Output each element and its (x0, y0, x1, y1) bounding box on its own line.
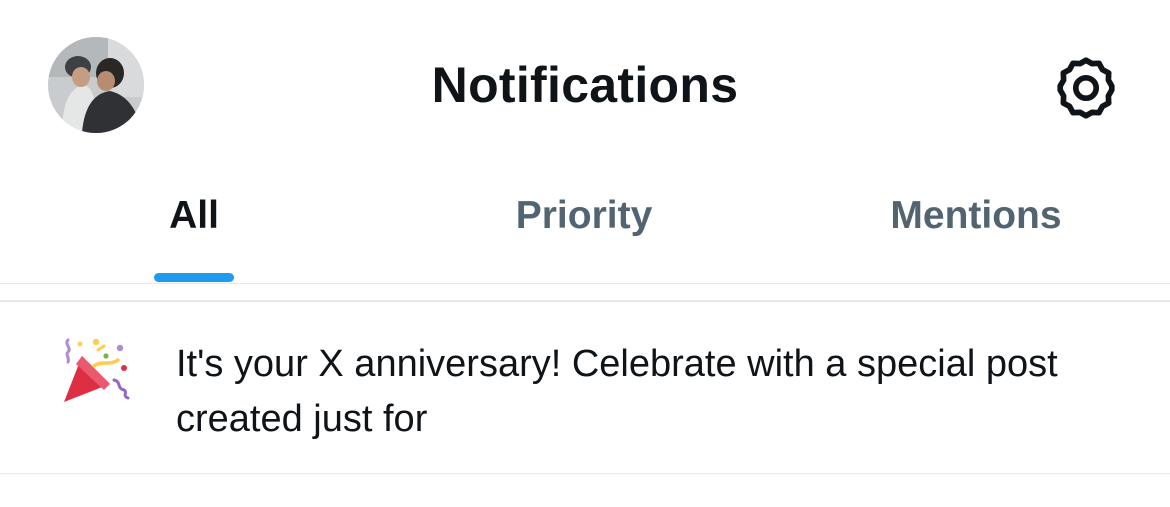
tab-mentions-label: Mentions (890, 194, 1062, 237)
tab-priority[interactable]: Priority (474, 170, 694, 284)
settings-button[interactable] (1052, 54, 1120, 122)
party-popper-icon (58, 336, 134, 406)
tab-all[interactable]: All (84, 170, 304, 284)
header: Notifications (0, 0, 1170, 170)
notifications-screen: Notifications All Priority Mentions It's… (0, 0, 1170, 507)
notification-text: It's your X anniversary! Celebrate with … (176, 343, 1058, 440)
page-title: Notifications (431, 57, 739, 113)
notification-item[interactable]: It's your X anniversary! Celebrate with … (0, 302, 1170, 474)
tab-all-label: All (169, 194, 219, 237)
tab-bar: All Priority Mentions (0, 170, 1170, 284)
tab-priority-label: Priority (515, 194, 653, 237)
gear-icon (1057, 57, 1115, 119)
tab-mentions[interactable]: Mentions (856, 170, 1096, 284)
active-tab-indicator (154, 273, 234, 282)
